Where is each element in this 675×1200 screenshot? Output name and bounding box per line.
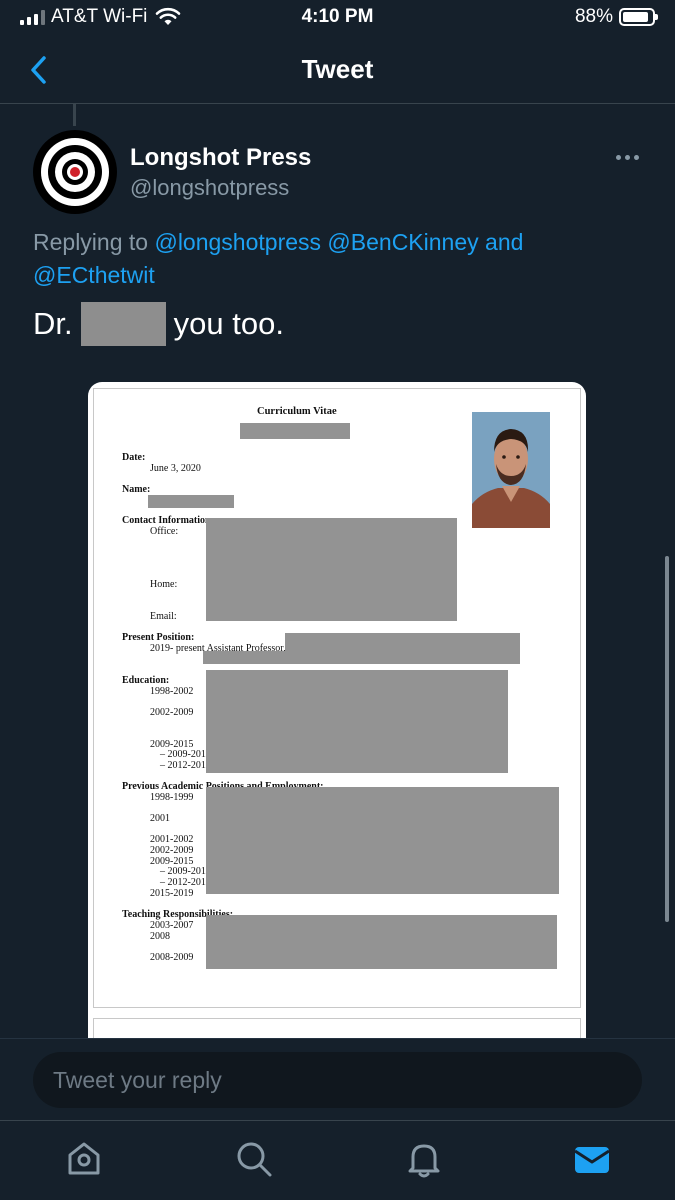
nav-header: Tweet [0, 36, 675, 104]
cv-education-year: – 2012-201 [160, 760, 206, 771]
cv-previous-year: – 2009-201 [160, 866, 206, 877]
avatar[interactable] [33, 130, 117, 214]
replying-and[interactable]: and [485, 229, 523, 255]
tweet-text: Dr. you too. [33, 302, 284, 346]
cv-date-label: Date: [122, 452, 146, 463]
redaction-box [206, 915, 557, 969]
replying-to: Replying to @longshotpress @BenCKinney a… [33, 226, 613, 292]
search-icon[interactable] [234, 1139, 274, 1179]
reply-bar [0, 1038, 675, 1120]
cv-previous-year: 2015-2019 [150, 888, 194, 899]
redaction-box [206, 518, 457, 621]
cv-email-label: Email: [150, 611, 177, 622]
cv-education-year: 1998-2002 [150, 686, 194, 697]
cv-education-year: 2002-2009 [150, 707, 194, 718]
redaction-box [206, 670, 508, 773]
page-title: Tweet [301, 54, 374, 84]
portrait-photo [472, 412, 550, 528]
cv-previous-year: 2001 [150, 813, 170, 824]
cv-page: Curriculum Vitae Date: June 3, 2020 Name… [93, 388, 581, 1008]
cv-previous-year: 1998-1999 [150, 792, 194, 803]
cv-previous-year: 2002-2009 [150, 845, 194, 856]
cv-present-label: Present Position: [122, 632, 195, 643]
replying-prefix: Replying to [33, 229, 149, 255]
battery-fill [623, 12, 648, 22]
cv-contact-label: Contact Information: [122, 515, 214, 526]
redaction-box [148, 495, 234, 508]
cv-teaching-year: 2008 [150, 931, 170, 942]
status-time: 4:10 PM [301, 6, 374, 27]
cv-education-year: – 2009-201 [160, 749, 206, 760]
battery-icon [619, 8, 658, 26]
cv-office-label: Office: [150, 526, 179, 537]
cv-date-value: June 3, 2020 [150, 463, 201, 474]
redaction-box [285, 633, 520, 664]
cv-teaching-year: 2003-2007 [150, 920, 194, 931]
thread-line [73, 104, 76, 126]
cv-name-label: Name: [122, 484, 151, 495]
mention-link[interactable]: @longshotpress [154, 229, 321, 255]
status-bar: AT&T Wi-Fi 4:10 PM 88% [0, 0, 675, 36]
status-right: 88% [574, 6, 658, 28]
battery-percent: 88% [574, 6, 613, 27]
cv-education-label: Education: [122, 675, 170, 686]
tweet-media[interactable]: Curriculum Vitae Date: June 3, 2020 Name… [88, 382, 586, 1042]
home-icon[interactable] [64, 1139, 104, 1179]
tweet-text-after: you too. [173, 306, 284, 341]
reply-input[interactable] [33, 1052, 642, 1108]
cv-previous-year: – 2012-201 [160, 877, 206, 888]
mention-link[interactable]: @BenCKinney [327, 229, 478, 255]
tweet-text-before: Dr. [33, 306, 73, 341]
mention-link[interactable]: @ECthetwit [33, 262, 155, 288]
author-handle[interactable]: @longshotpress [130, 175, 289, 201]
redaction-box [203, 651, 293, 664]
redaction-box [206, 787, 559, 894]
author-name[interactable]: Longshot Press [130, 144, 311, 172]
cv-teaching-year: 2008-2009 [150, 952, 194, 963]
notifications-icon[interactable] [404, 1139, 444, 1179]
messages-icon[interactable] [572, 1139, 612, 1179]
scrollbar[interactable] [665, 556, 669, 922]
redaction-box [80, 302, 166, 346]
more-options-icon[interactable] [616, 155, 639, 160]
cv-title: Curriculum Vitae [257, 406, 337, 417]
cv-home-label: Home: [150, 579, 178, 590]
cv-previous-year: 2001-2002 [150, 834, 194, 845]
redaction-box [240, 423, 350, 439]
tab-bar [0, 1120, 675, 1200]
